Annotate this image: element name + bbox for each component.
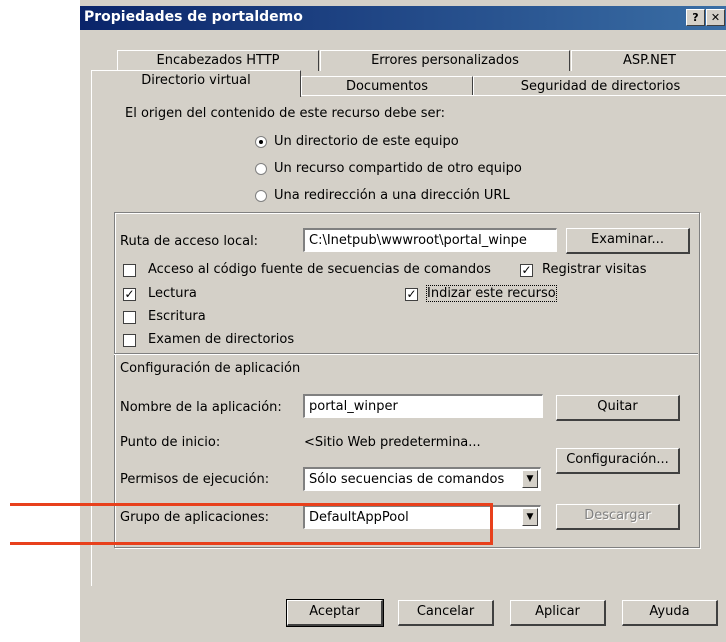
tab-http-headers[interactable]: Encabezados HTTP — [117, 50, 319, 71]
checkbox-directory-browsing-label[interactable]: Examen de directorios — [148, 332, 294, 347]
app-pool-dropdown-icon[interactable]: ▼ — [522, 508, 538, 526]
start-point-label: Punto de inicio: — [120, 435, 221, 450]
start-point-value: <Sitio Web predetermina... — [304, 435, 481, 450]
checkbox-directory-browsing[interactable] — [123, 334, 136, 347]
exec-permissions-label: Permisos de ejecución: — [120, 472, 270, 487]
app-config-heading: Configuración de aplicación — [120, 361, 301, 376]
close-title-button[interactable]: ✕ — [706, 9, 725, 26]
checkbox-script-source[interactable] — [123, 264, 136, 277]
checkbox-write[interactable] — [123, 311, 136, 324]
unload-button[interactable]: Descargar — [556, 504, 680, 530]
checkbox-script-source-label[interactable]: Acceso al código fuente de secuencias de… — [148, 262, 491, 277]
checkbox-index-resource-label[interactable]: Indizar este recurso — [426, 285, 557, 302]
section-separator — [114, 353, 698, 355]
checkbox-read-label[interactable]: Lectura — [148, 286, 197, 301]
help-title-button[interactable]: ? — [686, 9, 705, 26]
help-button[interactable]: Ayuda — [622, 600, 718, 626]
checkbox-log-visits-label[interactable]: Registrar visitas — [542, 262, 647, 277]
origin-label: El origen del contenido de este recurso … — [125, 106, 446, 121]
apply-button[interactable]: Aplicar — [510, 600, 606, 626]
exec-permissions-select[interactable]: Sólo secuencias de comandos — [303, 467, 541, 491]
ok-button[interactable]: Aceptar — [286, 599, 384, 627]
radio-local-directory-label[interactable]: Un directorio de este equipo — [274, 134, 459, 149]
local-path-label: Ruta de acceso local: — [120, 234, 259, 249]
remove-button[interactable]: Quitar — [556, 395, 680, 421]
checkbox-index-resource[interactable]: ✓ — [405, 288, 418, 301]
radio-network-share-label[interactable]: Un recurso compartido de otro equipo — [274, 161, 522, 176]
tab-custom-errors[interactable]: Errores personalizados — [320, 50, 570, 71]
radio-url-redirect[interactable] — [255, 190, 267, 202]
app-name-label: Nombre de la aplicación: — [120, 400, 282, 415]
exec-permissions-dropdown-icon[interactable]: ▼ — [522, 470, 538, 488]
browse-button[interactable]: Examinar... — [566, 228, 690, 254]
tab-aspnet[interactable]: ASP.NET — [571, 50, 726, 71]
cancel-button[interactable]: Cancelar — [398, 600, 494, 626]
configuration-button[interactable]: Configuración... — [556, 448, 680, 474]
local-path-input[interactable]: C:\Inetpub\wwwroot\portal_winpe — [303, 228, 557, 252]
tab-virtual-directory[interactable]: Directorio virtual — [91, 70, 301, 97]
radio-network-share[interactable] — [255, 163, 267, 175]
checkbox-log-visits[interactable]: ✓ — [520, 264, 533, 277]
tab-documents[interactable]: Documentos — [301, 76, 473, 97]
radio-local-directory[interactable] — [255, 136, 267, 148]
app-name-input[interactable]: portal_winper — [303, 394, 543, 418]
checkbox-read[interactable]: ✓ — [123, 288, 136, 301]
annotation-highlight-box — [10, 503, 493, 545]
radio-url-redirect-label[interactable]: Una redirección a una dirección URL — [274, 188, 510, 203]
tab-directory-security[interactable]: Seguridad de directorios — [473, 76, 726, 97]
window-title: Propiedades de portaldemo — [84, 9, 303, 25]
checkbox-write-label[interactable]: Escritura — [148, 309, 206, 324]
